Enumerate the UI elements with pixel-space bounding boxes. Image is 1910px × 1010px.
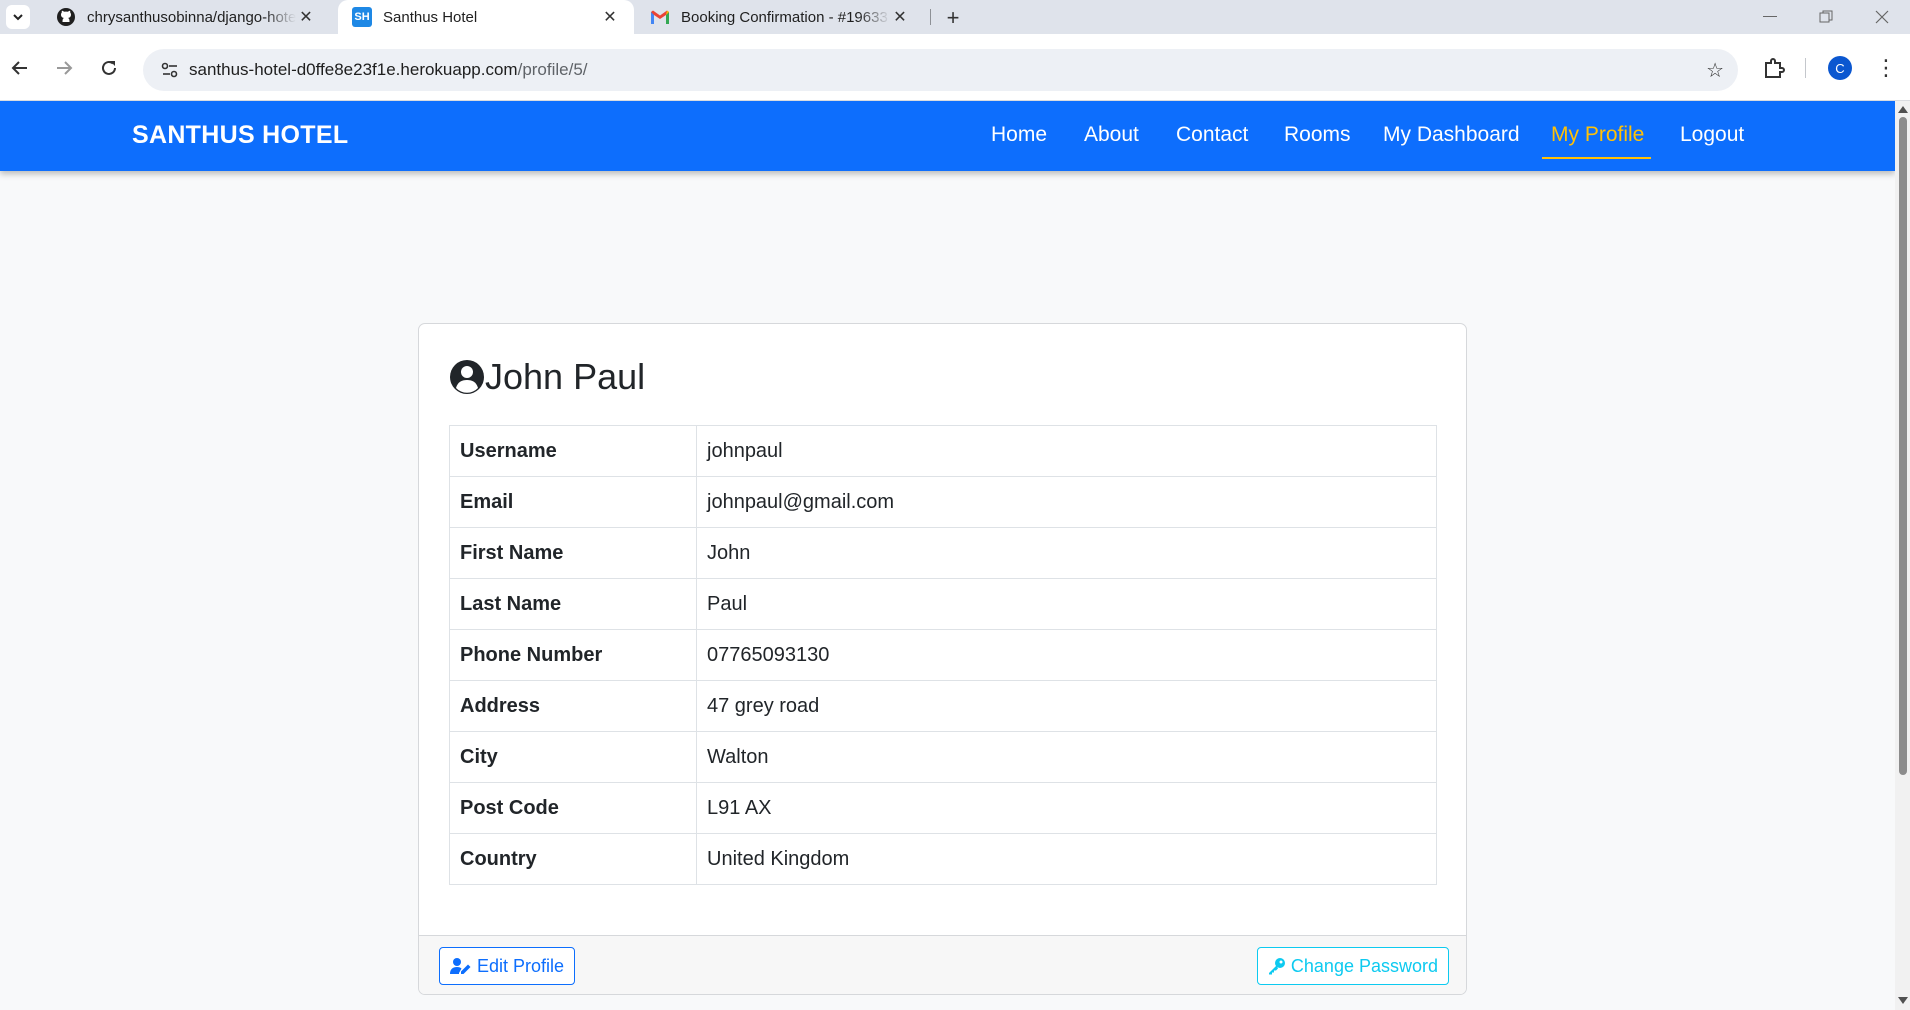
site-brand[interactable]: SANTHUS HOTEL [132, 121, 348, 150]
github-icon [56, 7, 76, 27]
url-text: santhus-hotel-d0ffe8e23f1e.herokuapp.com… [189, 60, 588, 80]
close-icon[interactable]: ✕ [600, 7, 620, 27]
extensions-puzzle-icon[interactable] [1760, 54, 1788, 82]
minimize-icon [1763, 16, 1777, 17]
browser-toolbar: santhus-hotel-d0ffe8e23f1e.herokuapp.com… [0, 34, 1910, 101]
close-icon[interactable]: ✕ [296, 7, 316, 27]
profile-table: Username johnpaul Email johnpaul@gmail.com… [449, 425, 1437, 885]
row-label-address: Address [449, 680, 697, 732]
tab-title: chrysanthusobinna/django-hotel [87, 8, 296, 26]
site-navbar: SANTHUS HOTEL Home About Contact Rooms M… [0, 101, 1895, 171]
row-label-city: City [449, 731, 697, 783]
row-value-country: United Kingdom [696, 833, 1437, 885]
close-icon[interactable]: ✕ [890, 7, 910, 27]
table-row: Post Code L91 AX [449, 782, 1437, 834]
nav-link-rooms[interactable]: Rooms [1284, 123, 1351, 147]
nav-link-logout[interactable]: Logout [1680, 123, 1744, 147]
reload-icon [102, 60, 116, 75]
nav-link-contact[interactable]: Contact [1176, 123, 1248, 147]
browser-tab-gmail[interactable]: Booking Confirmation - #19633 ✕ [636, 0, 924, 34]
row-label-post-code: Post Code [449, 782, 697, 834]
forward-button[interactable] [48, 52, 80, 84]
row-value-post-code: L91 AX [696, 782, 1437, 834]
tab-title: Booking Confirmation - #19633 [681, 8, 888, 26]
profile-heading: John Paul [449, 356, 645, 398]
row-label-first-name: First Name [449, 527, 697, 579]
nav-link-my-dashboard[interactable]: My Dashboard [1383, 123, 1520, 147]
table-row: Email johnpaul@gmail.com [449, 476, 1437, 528]
scrollbar-thumb[interactable] [1899, 117, 1907, 775]
browser-tab-bar: chrysanthusobinna/django-hotel ✕ SH Sant… [0, 0, 1910, 34]
user-circle-icon [450, 360, 484, 394]
table-row: Phone Number 07765093130 [449, 629, 1437, 681]
table-row: Last Name Paul [449, 578, 1437, 630]
browser-tab-santhus-hotel[interactable]: SH Santhus Hotel ✕ [338, 0, 634, 34]
edit-profile-label: Edit Profile [477, 955, 565, 976]
table-row: First Name John [449, 527, 1437, 579]
user-edit-icon [450, 958, 471, 974]
reload-button[interactable] [93, 52, 125, 84]
restore-button[interactable] [1798, 0, 1854, 34]
url-path: /profile/5/ [517, 60, 588, 79]
chevron-down-icon [13, 14, 23, 21]
restore-icon [1819, 10, 1833, 23]
row-value-last-name: Paul [696, 578, 1437, 630]
row-value-email: johnpaul@gmail.com [696, 476, 1437, 528]
scroll-down-arrow-icon[interactable] [1898, 997, 1908, 1004]
site-info-icon[interactable] [151, 62, 189, 78]
arrow-left-icon [11, 61, 27, 75]
active-nav-underline [1542, 157, 1651, 159]
table-row: Country United Kingdom [449, 833, 1437, 885]
row-value-first-name: John [696, 527, 1437, 579]
change-password-label: Change Password [1290, 955, 1438, 976]
row-value-username: johnpaul [696, 425, 1437, 477]
toolbar-separator [1805, 58, 1806, 78]
profile-card: John Paul Username johnpaul Email johnpaul… [418, 323, 1467, 995]
browser-tab-github[interactable]: chrysanthusobinna/django-hotel ✕ [42, 0, 330, 34]
web-page: SANTHUS HOTEL Home About Contact Rooms M… [0, 101, 1895, 1010]
table-row: City Walton [449, 731, 1437, 783]
row-label-last-name: Last Name [449, 578, 697, 630]
row-label-country: Country [449, 833, 697, 885]
profile-name: John Paul [485, 356, 646, 397]
key-icon [1268, 958, 1285, 975]
tab-separator [930, 9, 931, 25]
gmail-icon [650, 7, 670, 27]
profile-avatar[interactable]: C [1828, 56, 1852, 80]
table-row: Address 47 grey road [449, 680, 1437, 732]
scroll-up-arrow-icon[interactable] [1898, 106, 1908, 113]
row-label-username: Username [449, 425, 697, 477]
kebab-menu-icon[interactable]: ⋮ [1875, 54, 1897, 82]
minimize-button[interactable] [1742, 0, 1798, 34]
nav-link-home[interactable]: Home [991, 123, 1047, 147]
profile-card-footer: Edit Profile Change Password [419, 935, 1466, 994]
sh-favicon: SH [352, 7, 372, 27]
row-value-city: Walton [696, 731, 1437, 783]
change-password-button[interactable]: Change Password [1256, 947, 1449, 985]
back-button[interactable] [4, 52, 36, 84]
new-tab-button[interactable]: + [940, 5, 966, 31]
close-icon [1875, 10, 1889, 24]
edit-profile-button[interactable]: Edit Profile [439, 947, 576, 985]
row-label-email: Email [449, 476, 697, 528]
row-value-address: 47 grey road [696, 680, 1437, 732]
close-window-button[interactable] [1854, 0, 1910, 34]
table-row: Username johnpaul [449, 425, 1437, 477]
address-bar[interactable]: santhus-hotel-d0ffe8e23f1e.herokuapp.com… [143, 49, 1738, 91]
nav-link-about[interactable]: About [1084, 123, 1139, 147]
row-label-phone-number: Phone Number [449, 629, 697, 681]
nav-link-my-profile[interactable]: My Profile [1551, 123, 1644, 147]
tab-title: Santhus Hotel [383, 8, 478, 26]
arrow-right-icon [57, 61, 73, 75]
tab-search-button[interactable] [6, 5, 30, 29]
bookmark-star-icon[interactable]: ☆ [1706, 58, 1724, 83]
page-scrollbar[interactable] [1895, 101, 1910, 1010]
row-value-phone-number: 07765093130 [696, 629, 1437, 681]
url-host: santhus-hotel-d0ffe8e23f1e.herokuapp.com [189, 60, 518, 79]
